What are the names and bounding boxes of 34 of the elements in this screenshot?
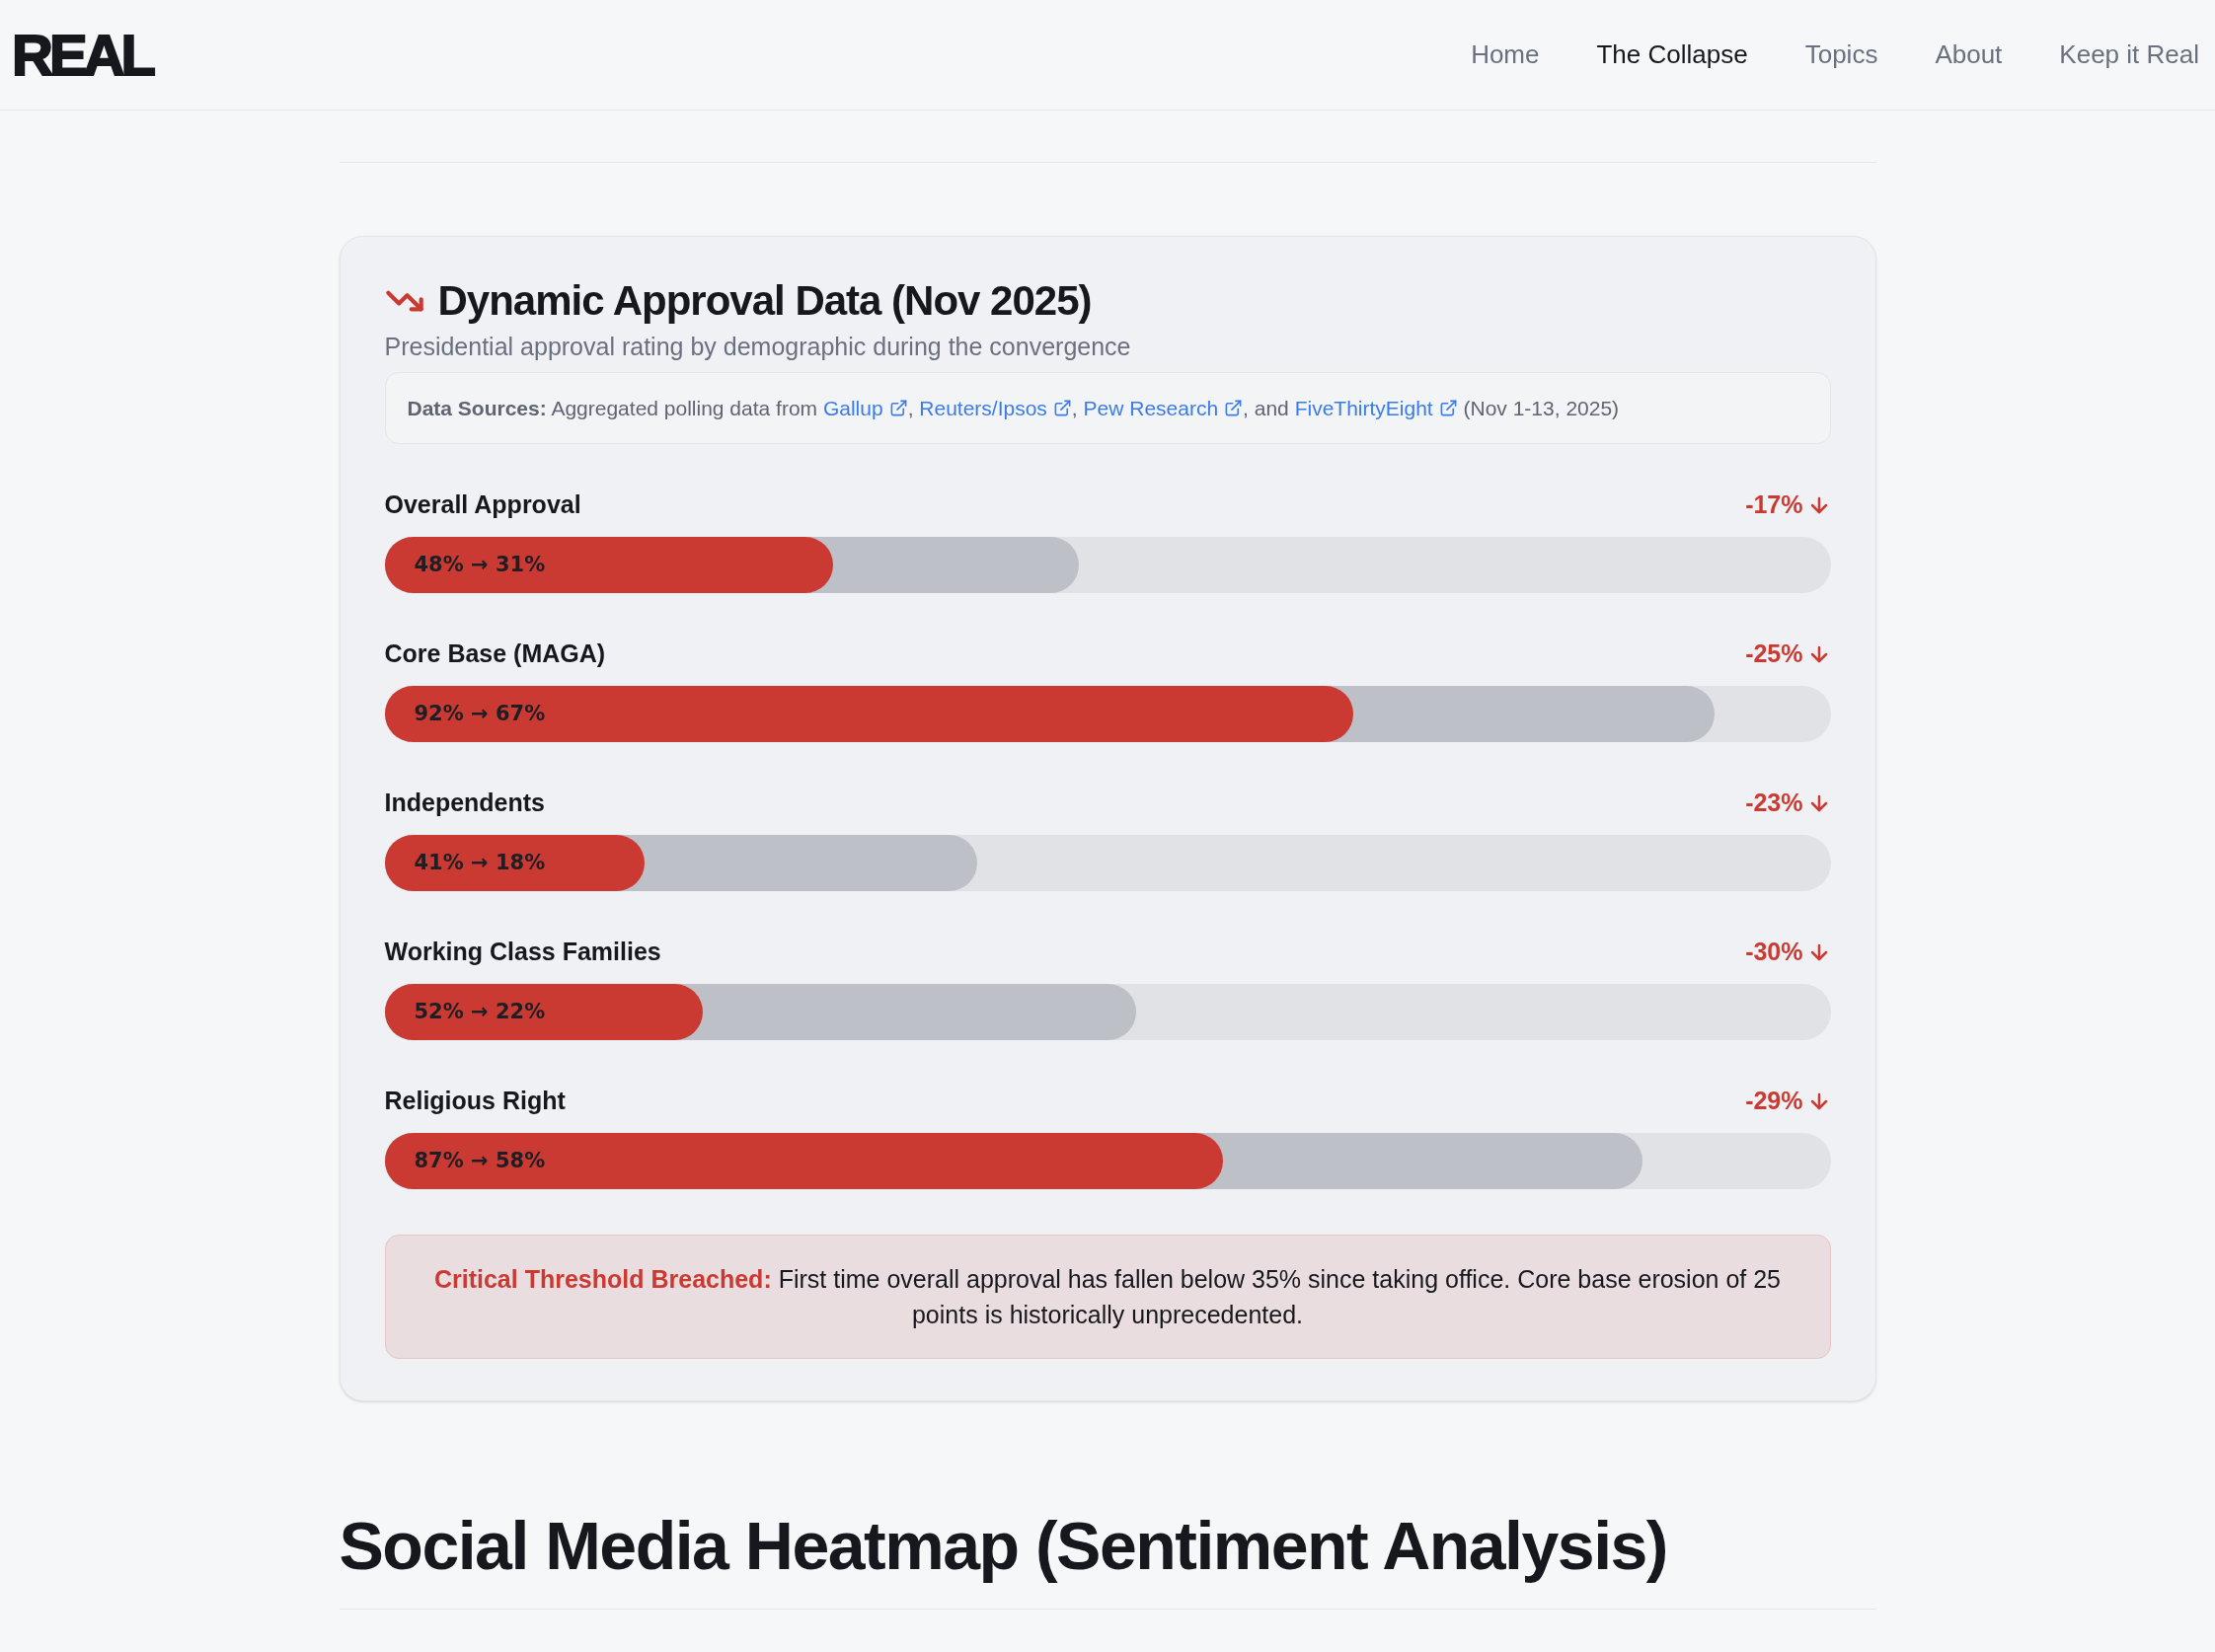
change-value: -23%: [1745, 788, 1803, 819]
external-link-icon: [1438, 399, 1458, 417]
change-value: -25%: [1745, 638, 1803, 670]
card-title: Dynamic Approval Data (Nov 2025): [437, 276, 1092, 326]
external-link-icon: [1224, 399, 1244, 417]
demographic-label: Independents: [384, 788, 545, 819]
source-link[interactable]: FiveThirtyEight: [1294, 393, 1458, 423]
bar-values: 48% → 31%: [414, 551, 546, 578]
nav-link[interactable]: Topics: [1804, 36, 1878, 74]
card-subtitle: Presidential approval rating by demographic during the convergence: [384, 332, 1132, 362]
bar-values: 87% → 58%: [414, 1147, 546, 1174]
logo[interactable]: REAL: [12, 26, 152, 84]
bar-values: 41% → 18%: [414, 849, 546, 876]
sources-text: Data Sources: Aggregated polling data from Gallup , Reuters/Ipsos , Pew Research , and FiveThirtyEight (Nov 1-13, 2025): [407, 393, 1808, 423]
source-link[interactable]: Gallup: [822, 393, 908, 423]
nav-link[interactable]: About: [1935, 36, 2003, 74]
demographic-label: Overall Approval: [384, 489, 581, 521]
external-link-icon: [1052, 399, 1072, 417]
source-link[interactable]: Pew Research: [1083, 393, 1244, 423]
change-value: -29%: [1745, 1086, 1803, 1117]
demographic-label: Religious Right: [384, 1086, 566, 1117]
source-link[interactable]: Reuters/Ipsos: [919, 393, 1072, 423]
nav-link[interactable]: Home: [1471, 36, 1540, 74]
demographic-label: Core Base (MAGA): [384, 638, 606, 670]
demographic-label: Working Class Families: [384, 937, 661, 968]
alert-text: Critical Threshold Breached: First time overall approval has fallen below 35% since taking office. Core base erosion of 25 points is historically unprecedented.: [432, 1264, 1783, 1330]
bar-values: 52% → 22%: [414, 998, 546, 1025]
change-value: -30%: [1745, 937, 1803, 968]
bar-values: 92% → 67%: [414, 700, 546, 727]
section-title: Social Media Heatmap (Sentiment Analysis): [339, 1507, 1668, 1585]
nav-link[interactable]: Keep it Real: [2059, 36, 2199, 74]
change-value: -17%: [1745, 489, 1803, 521]
nav-link[interactable]: The Collapse: [1596, 36, 1748, 74]
external-link-icon: [888, 399, 908, 417]
